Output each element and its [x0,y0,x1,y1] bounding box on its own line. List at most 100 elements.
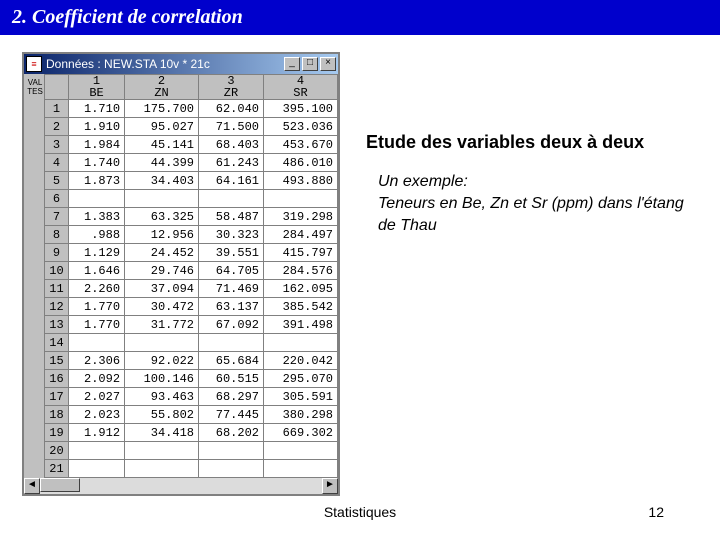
table-row[interactable]: 182.02355.80277.445380.298 [45,406,338,424]
cell[interactable]: 93.463 [125,388,199,406]
cell[interactable]: 523.036 [264,118,338,136]
cell[interactable]: 12.956 [125,226,199,244]
table-row[interactable]: 51.87334.40364.161493.880 [45,172,338,190]
col-header-3[interactable]: 3ZR [199,75,264,100]
maximize-button[interactable]: □ [302,57,318,71]
cell[interactable]: 58.487 [199,208,264,226]
row-header[interactable]: 18 [45,406,69,424]
row-header[interactable]: 1 [45,100,69,118]
cell[interactable]: 453.670 [264,136,338,154]
scroll-right-button[interactable]: ► [322,478,338,494]
cell[interactable] [69,334,125,352]
table-row[interactable]: 8.98812.95630.323284.497 [45,226,338,244]
cell[interactable]: 175.700 [125,100,199,118]
cell[interactable]: 67.092 [199,316,264,334]
cell[interactable]: 39.551 [199,244,264,262]
cell[interactable]: 2.027 [69,388,125,406]
row-header[interactable]: 13 [45,316,69,334]
cell[interactable]: 71.500 [199,118,264,136]
cell[interactable]: 60.515 [199,370,264,388]
cell[interactable]: 284.497 [264,226,338,244]
cell[interactable]: 77.445 [199,406,264,424]
horizontal-scrollbar[interactable]: ◄ ► [24,478,338,494]
row-header[interactable]: 12 [45,298,69,316]
minimize-button[interactable]: _ [284,57,300,71]
cell[interactable]: 44.399 [125,154,199,172]
cell[interactable] [264,460,338,478]
cell[interactable]: 1.912 [69,424,125,442]
cell[interactable]: 1.710 [69,100,125,118]
table-row[interactable]: 152.30692.02265.684220.042 [45,352,338,370]
cell[interactable]: 34.418 [125,424,199,442]
table-row[interactable]: 121.77030.47263.137385.542 [45,298,338,316]
cell[interactable]: 1.740 [69,154,125,172]
cell[interactable]: 295.070 [264,370,338,388]
table-row[interactable]: 21.91095.02771.500523.036 [45,118,338,136]
cell[interactable] [125,442,199,460]
scroll-left-button[interactable]: ◄ [24,478,40,494]
cell[interactable] [125,334,199,352]
row-header[interactable]: 11 [45,280,69,298]
cell[interactable]: 385.542 [264,298,338,316]
cell[interactable]: 64.705 [199,262,264,280]
cell[interactable]: 1.910 [69,118,125,136]
cell[interactable]: 669.302 [264,424,338,442]
cell[interactable]: 2.260 [69,280,125,298]
table-row[interactable]: 91.12924.45239.551415.797 [45,244,338,262]
cell[interactable]: 2.092 [69,370,125,388]
row-header[interactable]: 10 [45,262,69,280]
cell[interactable]: 2.306 [69,352,125,370]
cell[interactable]: 92.022 [125,352,199,370]
cell[interactable]: 100.146 [125,370,199,388]
cell[interactable]: 55.802 [125,406,199,424]
cell[interactable] [125,190,199,208]
cell[interactable] [199,460,264,478]
table-row[interactable]: 131.77031.77267.092391.498 [45,316,338,334]
cell[interactable]: 63.325 [125,208,199,226]
cell[interactable]: 71.469 [199,280,264,298]
col-header-1[interactable]: 1BE [69,75,125,100]
cell[interactable] [264,334,338,352]
cell[interactable]: 305.591 [264,388,338,406]
table-row[interactable]: 6 [45,190,338,208]
table-row[interactable]: 11.710175.70062.040395.100 [45,100,338,118]
table-row[interactable]: 112.26037.09471.469162.095 [45,280,338,298]
table-row[interactable]: 162.092100.14660.515295.070 [45,370,338,388]
cell[interactable]: 68.202 [199,424,264,442]
cell[interactable]: 65.684 [199,352,264,370]
cell[interactable]: 415.797 [264,244,338,262]
cell[interactable]: 395.100 [264,100,338,118]
row-header[interactable]: 19 [45,424,69,442]
cell[interactable]: 391.498 [264,316,338,334]
row-header[interactable]: 5 [45,172,69,190]
cell[interactable]: 29.746 [125,262,199,280]
close-button[interactable]: × [320,57,336,71]
table-row[interactable]: 191.91234.41868.202669.302 [45,424,338,442]
cell[interactable]: 319.298 [264,208,338,226]
col-header-4[interactable]: 4SR [264,75,338,100]
cell[interactable]: 31.772 [125,316,199,334]
cell[interactable]: 34.403 [125,172,199,190]
table-row[interactable]: 172.02793.46368.297305.591 [45,388,338,406]
cell[interactable]: 30.472 [125,298,199,316]
row-header[interactable]: 9 [45,244,69,262]
scroll-track[interactable] [40,478,322,494]
row-header[interactable]: 14 [45,334,69,352]
cell[interactable]: 380.298 [264,406,338,424]
cell[interactable]: 1.770 [69,298,125,316]
cell[interactable] [69,190,125,208]
table-row[interactable]: 14 [45,334,338,352]
row-header[interactable]: 20 [45,442,69,460]
table-row[interactable]: 21 [45,460,338,478]
cell[interactable]: 68.297 [199,388,264,406]
data-grid[interactable]: 1BE 2ZN 3ZR 4SR 11.710175.70062.040395.1… [44,74,338,478]
cell[interactable]: 1.129 [69,244,125,262]
row-header[interactable]: 6 [45,190,69,208]
cell[interactable]: 37.094 [125,280,199,298]
row-header[interactable]: 21 [45,460,69,478]
row-header[interactable]: 7 [45,208,69,226]
table-row[interactable]: 31.98445.14168.403453.670 [45,136,338,154]
row-header[interactable]: 3 [45,136,69,154]
cell[interactable]: 61.243 [199,154,264,172]
cell[interactable]: 493.880 [264,172,338,190]
